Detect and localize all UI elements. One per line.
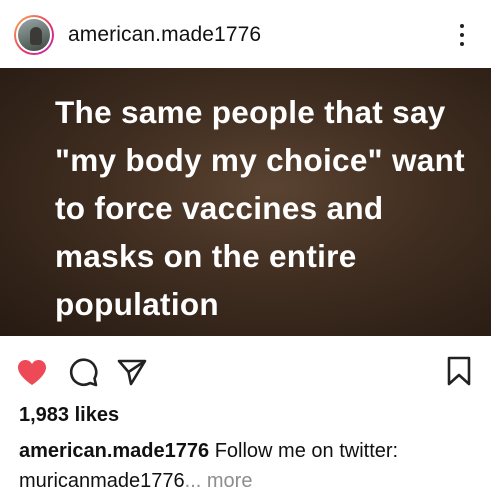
avatar[interactable] <box>14 15 54 55</box>
username-link[interactable]: american.made1776 <box>68 23 261 47</box>
post-header: american.made1776 <box>0 0 491 68</box>
dot <box>460 24 464 28</box>
dot <box>460 42 464 46</box>
more-options-icon[interactable] <box>455 24 469 46</box>
comment-icon[interactable] <box>68 357 98 387</box>
caption-ellipsis: ... <box>184 470 202 492</box>
post-image[interactable]: The same people that say "my body my cho… <box>0 68 491 336</box>
avatar-photo <box>16 17 52 53</box>
send-icon[interactable] <box>117 358 147 386</box>
action-bar <box>0 348 491 392</box>
caption-username[interactable]: american.made1776 <box>19 440 209 462</box>
likes-count[interactable]: 1,983 likes <box>19 404 119 427</box>
instagram-post: american.made1776 The same people that s… <box>0 0 491 500</box>
heart-icon[interactable] <box>16 358 48 386</box>
more-link[interactable]: more <box>207 470 253 492</box>
bookmark-icon[interactable] <box>447 356 471 386</box>
dot <box>460 33 464 37</box>
caption: american.made1776 Follow me on twitter: … <box>19 436 479 496</box>
post-image-text: The same people that say "my body my cho… <box>55 94 465 322</box>
